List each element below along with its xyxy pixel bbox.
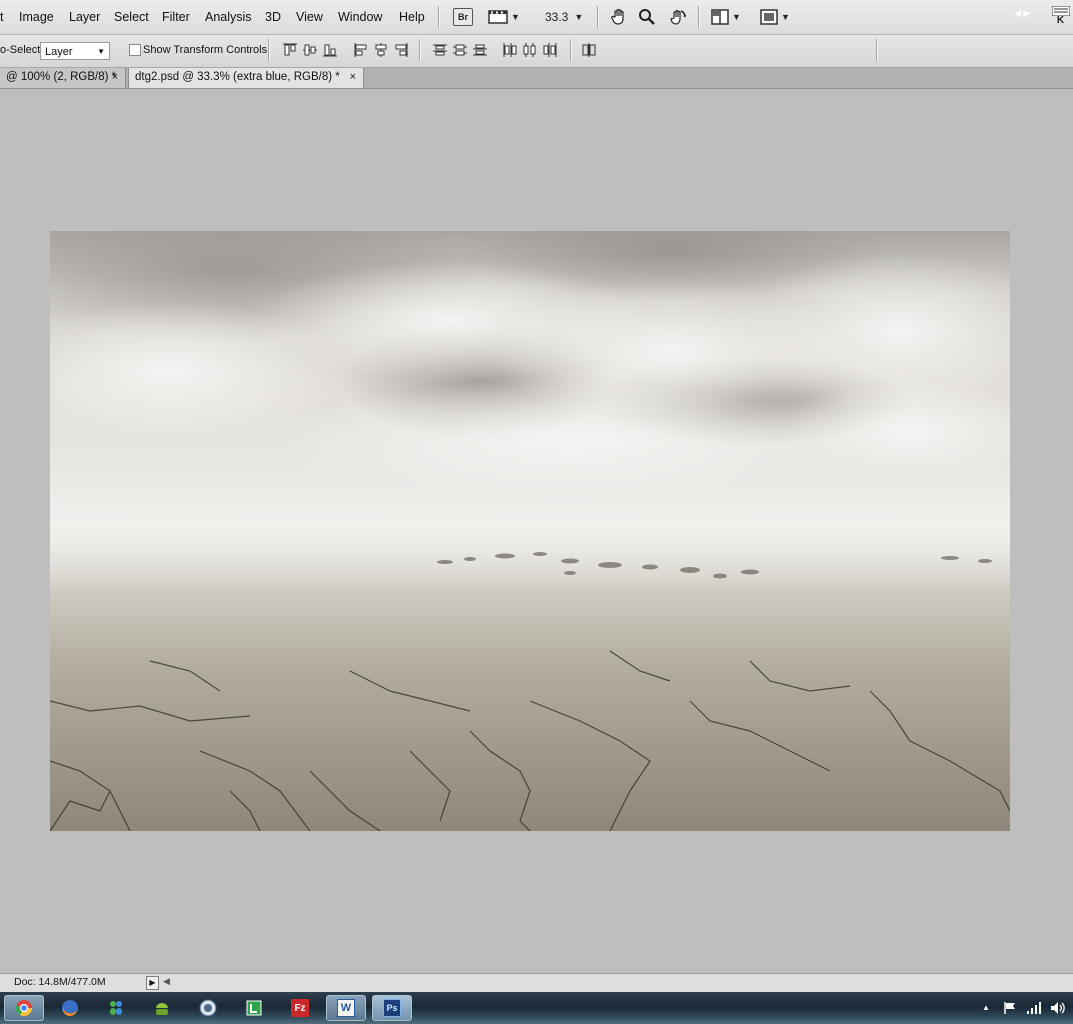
taskbar-photoshop[interactable]: Ps <box>372 995 412 1021</box>
bridge-icon: Br <box>453 8 473 26</box>
options-separator <box>268 39 270 61</box>
align-vcenter-icon[interactable] <box>302 43 318 57</box>
show-transform-label: Show Transform Controls <box>143 44 268 56</box>
chevron-down-icon: ▼ <box>732 12 741 22</box>
filezilla-icon: Fz <box>291 999 309 1017</box>
options-separator <box>419 39 421 61</box>
zoom-tool-button[interactable] <box>638 7 656 27</box>
word-icon: W <box>337 999 355 1017</box>
chevron-down-icon: ▼ <box>511 12 520 22</box>
magnifier-icon <box>639 9 655 25</box>
auto-select-value: Layer <box>45 46 73 58</box>
menu-select[interactable]: Select <box>114 10 149 24</box>
chevron-down-icon: ▼ <box>97 47 105 56</box>
filmstrip-icon <box>488 10 508 24</box>
tab-document-2-label: dtg2.psd @ 33.3% (extra blue, RGB/8) * <box>135 71 340 83</box>
document-canvas[interactable] <box>50 231 1010 831</box>
tab-document-2[interactable]: dtg2.psd @ 33.3% (extra blue, RGB/8) * × <box>128 68 364 88</box>
word-icon-label: W <box>340 1002 352 1014</box>
align-bottom-icon[interactable] <box>322 43 338 57</box>
align-hcenter-icon[interactable] <box>373 43 389 57</box>
taskbar-itunes[interactable] <box>188 995 228 1021</box>
zoom-level-dropdown[interactable]: 33.3 ▼ <box>545 7 583 27</box>
menu-separator <box>698 6 700 28</box>
options-separator <box>570 39 572 61</box>
menu-bar: t Image Layer Select Filter Analysis 3D … <box>0 0 1073 35</box>
menu-edit[interactable]: t <box>0 10 3 24</box>
chevron-down-icon: ▼ <box>574 12 584 22</box>
zoom-level-value: 33.3 <box>545 10 569 24</box>
action-center-flag-icon[interactable] <box>1003 1001 1017 1015</box>
distribute-top-icon[interactable] <box>432 43 448 57</box>
menu-separator <box>438 6 440 28</box>
hand-icon <box>611 8 624 25</box>
status-bar: Doc: 14.8M/477.0M ▶ ◀ <box>0 973 1073 992</box>
screen-mode-button[interactable]: ▼ <box>760 7 790 27</box>
bridge-button[interactable]: Br <box>453 7 473 27</box>
taskbar-chrome[interactable] <box>4 995 44 1021</box>
arrange-documents-button[interactable]: ▼ <box>711 7 741 27</box>
taskbar-messenger[interactable] <box>96 995 136 1021</box>
distribute-bottom-icon[interactable] <box>472 43 488 57</box>
align-top-icon[interactable] <box>282 43 298 57</box>
chevron-down-icon: ▼ <box>781 12 790 22</box>
menu-filter[interactable]: Filter <box>162 10 190 24</box>
network-signal-icon[interactable] <box>1026 1001 1042 1015</box>
status-menu-arrow-icon[interactable]: ▶ <box>146 976 159 990</box>
auto-select-dropdown[interactable]: Layer ▼ <box>40 42 110 60</box>
taskbar-tracker[interactable] <box>234 995 274 1021</box>
close-icon[interactable]: × <box>350 68 356 87</box>
tab-document-1[interactable]: @ 100% (2, RGB/8) * × <box>0 68 126 88</box>
menu-3d[interactable]: 3D <box>265 10 281 24</box>
windows-taskbar: Fz W Ps ▲ <box>0 992 1073 1024</box>
tray-expand-icon[interactable]: ▲ <box>982 1003 990 1012</box>
align-left-icon[interactable] <box>353 43 369 57</box>
taskbar-firefox[interactable] <box>50 995 90 1021</box>
close-icon[interactable]: × <box>112 68 118 87</box>
workspace-label: K <box>1056 15 1065 26</box>
firefox-icon <box>62 1000 78 1017</box>
taskbar-filezilla[interactable]: Fz <box>280 995 320 1021</box>
chrome-icon <box>15 1000 33 1017</box>
tracker-icon <box>246 1000 262 1016</box>
android-icon <box>156 1003 168 1015</box>
distribute-hcenter-icon[interactable] <box>522 43 538 57</box>
document-tab-bar: @ 100% (2, RGB/8) * × dtg2.psd @ 33.3% (… <box>0 68 1073 89</box>
menu-help[interactable]: Help <box>399 10 425 24</box>
options-separator <box>876 39 878 61</box>
menu-separator <box>597 6 599 28</box>
hand-tool-button[interactable] <box>610 7 628 27</box>
distribute-vcenter-icon[interactable] <box>452 43 468 57</box>
taskbar-word[interactable]: W <box>326 995 366 1021</box>
photoshop-icon-label: Ps <box>386 1003 398 1013</box>
scroll-left-arrow-icon[interactable]: ◀ <box>163 976 170 987</box>
distribute-right-icon[interactable] <box>542 43 558 57</box>
auto-align-icon[interactable] <box>581 43 597 57</box>
tab-document-1-label: @ 100% (2, RGB/8) * <box>6 71 117 83</box>
workspace-switcher[interactable]: K <box>1048 4 1073 28</box>
align-right-icon[interactable] <box>393 43 409 57</box>
menu-analysis[interactable]: Analysis <box>205 10 252 24</box>
distribute-left-icon[interactable] <box>502 43 518 57</box>
screen-mode-icon <box>760 9 778 25</box>
menu-view[interactable]: View <box>296 10 323 24</box>
arrange-icon <box>711 9 729 25</box>
rotate-view-button[interactable] <box>668 7 688 27</box>
auto-select-label: o-Select: <box>0 44 44 56</box>
volume-icon[interactable] <box>1050 1001 1066 1015</box>
menu-layer[interactable]: Layer <box>69 10 100 24</box>
minibridge-button[interactable]: ▼ <box>488 7 520 27</box>
photoshop-icon: Ps <box>383 999 401 1017</box>
menu-window[interactable]: Window <box>338 10 382 24</box>
messenger-icon <box>110 1001 122 1015</box>
filezilla-icon-label: Fz <box>294 1002 306 1014</box>
panel-arrows-icon[interactable]: ◀ ▶ <box>1014 3 1030 23</box>
taskbar-android[interactable] <box>142 995 182 1021</box>
itunes-icon <box>199 999 217 1017</box>
rotate-hand-icon <box>670 9 686 25</box>
show-transform-checkbox[interactable] <box>129 44 141 56</box>
menu-image[interactable]: Image <box>19 10 54 24</box>
desert-landscape-image <box>50 231 1010 831</box>
doc-size-readout: Doc: 14.8M/477.0M <box>14 976 106 988</box>
